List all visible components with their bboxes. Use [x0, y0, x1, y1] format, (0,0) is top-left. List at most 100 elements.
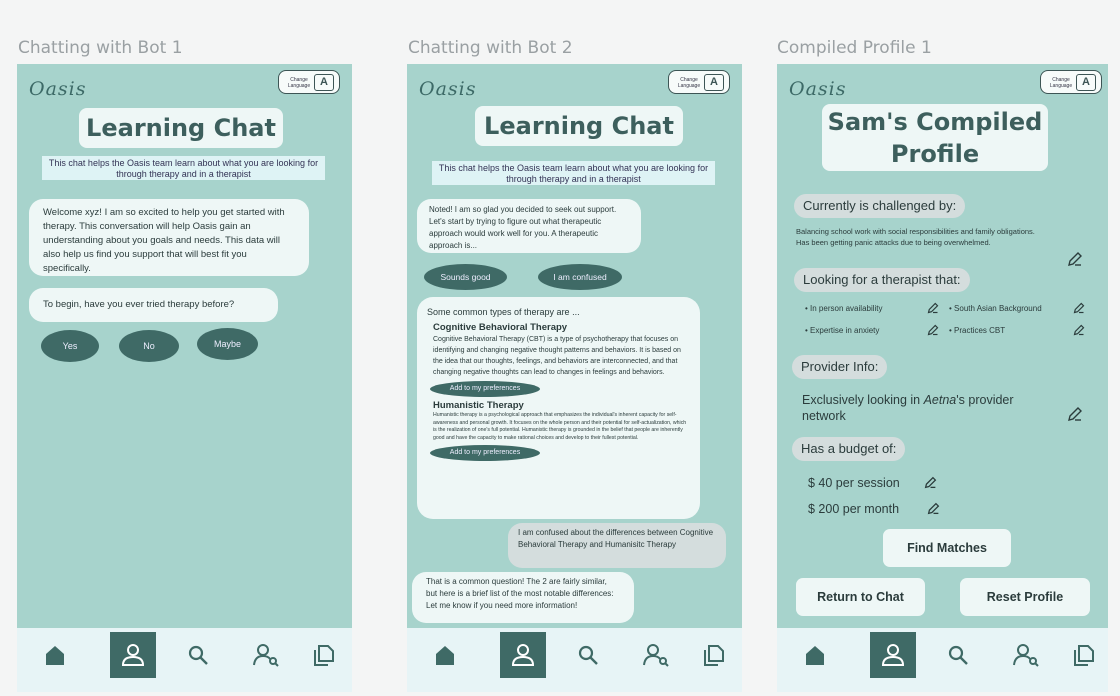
- bot-message-question: To begin, have you ever tried therapy be…: [29, 288, 278, 322]
- option-yes-button[interactable]: Yes: [41, 330, 99, 362]
- phone-chat1: Oasis Change Language A Learning Chat Thi…: [17, 64, 352, 692]
- looking-heading: Looking for a therapist that:: [794, 268, 970, 292]
- pref-item: • In person availability: [805, 304, 883, 313]
- page-title: Learning Chat: [79, 108, 283, 148]
- nav-search[interactable]: [935, 632, 981, 678]
- search-icon: [188, 645, 208, 665]
- home-icon: [806, 646, 824, 665]
- nav-profile[interactable]: [500, 632, 546, 678]
- page-title: Learning Chat: [475, 106, 683, 146]
- info-strip: This chat helps the Oasis team learn abo…: [42, 156, 325, 180]
- frame-title-chat1: Chatting with Bot 1: [18, 38, 183, 58]
- home-icon: [436, 646, 454, 665]
- edit-icon[interactable]: [1067, 406, 1083, 422]
- page-title: Sam's Compiled Profile: [822, 104, 1048, 171]
- bot-message-noted: Noted! I am so glad you decided to seek …: [417, 199, 641, 253]
- nav-find-therapist[interactable]: [631, 632, 677, 678]
- nav-home[interactable]: [32, 632, 78, 678]
- edit-icon[interactable]: [927, 324, 939, 336]
- documents-icon: [314, 645, 334, 666]
- therapy-types-intro: Some common types of therapy are ...: [427, 307, 580, 317]
- phone-profile: Oasis Change Language A Sam's Compiled Pr…: [777, 64, 1108, 692]
- phone-chat2: Oasis Change Language A Learning Chat Thi…: [407, 64, 742, 692]
- lang-label-2: Language: [1049, 83, 1073, 89]
- budget-session: $ 40 per session: [808, 476, 900, 490]
- provider-text: Exclusively looking in Aetna's provider …: [802, 392, 1052, 424]
- pref-text: In person availability: [810, 304, 883, 313]
- edit-icon[interactable]: [924, 476, 937, 489]
- option-sounds-good-button[interactable]: Sounds good: [424, 264, 507, 290]
- lang-label-2: Language: [677, 83, 701, 89]
- nav-profile[interactable]: [870, 632, 916, 678]
- search-icon: [948, 645, 968, 665]
- documents-icon: [1074, 645, 1094, 666]
- translate-icon: A: [1076, 74, 1096, 91]
- bottom-nav: [777, 628, 1108, 692]
- edit-icon[interactable]: [927, 302, 939, 314]
- edit-icon[interactable]: [927, 502, 940, 515]
- oasis-logo: Oasis: [29, 78, 87, 100]
- frame-title-profile: Compiled Profile 1: [777, 38, 932, 58]
- person-icon: [881, 644, 905, 666]
- nav-documents[interactable]: [301, 632, 347, 678]
- find-therapist-icon: [1013, 644, 1039, 667]
- nav-home[interactable]: [422, 632, 468, 678]
- provider-text-pre: Exclusively looking in: [802, 393, 924, 407]
- find-therapist-icon: [643, 644, 669, 667]
- person-icon: [121, 644, 145, 666]
- therapy-types-card: Some common types of therapy are ... Cog…: [417, 297, 700, 519]
- find-matches-button[interactable]: Find Matches: [883, 529, 1011, 567]
- budget-month: $ 200 per month: [808, 502, 900, 516]
- pref-text: South Asian Background: [954, 304, 1042, 313]
- budget-heading: Has a budget of:: [792, 437, 906, 461]
- option-confused-button[interactable]: I am confused: [538, 264, 622, 290]
- cbt-description: Cognitive Behavioral Therapy (CBT) is a …: [433, 336, 681, 376]
- bot-message-welcome: Welcome xyz! I am so excited to help you…: [29, 199, 309, 276]
- bot-message-reply: That is a common question! The 2 are fai…: [412, 572, 634, 623]
- provider-heading: Provider Info:: [792, 355, 888, 379]
- nav-home[interactable]: [792, 632, 838, 678]
- return-to-chat-button[interactable]: Return to Chat: [796, 578, 925, 616]
- change-language-button[interactable]: Change Language A: [1040, 70, 1102, 94]
- humanistic-title: Humanistic Therapy: [433, 400, 524, 411]
- add-cbt-preference-button[interactable]: Add to my preferences: [430, 381, 540, 397]
- oasis-logo: Oasis: [419, 78, 477, 100]
- option-maybe-button[interactable]: Maybe: [197, 328, 258, 360]
- user-message-confused: I am confused about the differences betw…: [508, 523, 726, 568]
- nav-find-therapist[interactable]: [1001, 632, 1047, 678]
- translate-icon: A: [704, 74, 724, 91]
- reset-profile-button[interactable]: Reset Profile: [960, 578, 1090, 616]
- challenged-text: Balancing school work with social respon…: [796, 227, 1035, 247]
- lang-label-2: Language: [287, 83, 311, 89]
- edit-icon[interactable]: [1073, 302, 1085, 314]
- change-language-button[interactable]: Change Language A: [278, 70, 340, 94]
- change-language-button[interactable]: Change Language A: [668, 70, 730, 94]
- bottom-nav: [407, 628, 742, 692]
- challenged-heading: Currently is challenged by:: [794, 194, 966, 218]
- home-icon: [46, 646, 64, 665]
- person-icon: [511, 644, 535, 666]
- translate-icon: A: [314, 74, 334, 91]
- edit-icon[interactable]: [1073, 324, 1085, 336]
- add-humanistic-preference-button[interactable]: Add to my preferences: [430, 445, 540, 462]
- documents-icon: [704, 645, 724, 666]
- find-therapist-icon: [253, 644, 279, 667]
- humanistic-description: Humanistic therapy is a psychological ap…: [433, 412, 687, 441]
- nav-find-therapist[interactable]: [241, 632, 287, 678]
- oasis-logo: Oasis: [789, 78, 847, 100]
- search-icon: [578, 645, 598, 665]
- nav-documents[interactable]: [1061, 632, 1107, 678]
- pref-item: • Practices CBT: [949, 326, 1006, 335]
- nav-profile[interactable]: [110, 632, 156, 678]
- option-no-button[interactable]: No: [119, 330, 179, 362]
- pref-text: Expertise in anxiety: [810, 326, 880, 335]
- pref-item: • Expertise in anxiety: [805, 326, 880, 335]
- edit-icon[interactable]: [1067, 251, 1083, 267]
- nav-search[interactable]: [175, 632, 221, 678]
- cbt-title: Cognitive Behavioral Therapy: [433, 322, 568, 333]
- info-strip: This chat helps the Oasis team learn abo…: [432, 161, 715, 185]
- nav-search[interactable]: [565, 632, 611, 678]
- bottom-nav: [17, 628, 352, 692]
- pref-item: • South Asian Background: [949, 304, 1042, 313]
- nav-documents[interactable]: [691, 632, 737, 678]
